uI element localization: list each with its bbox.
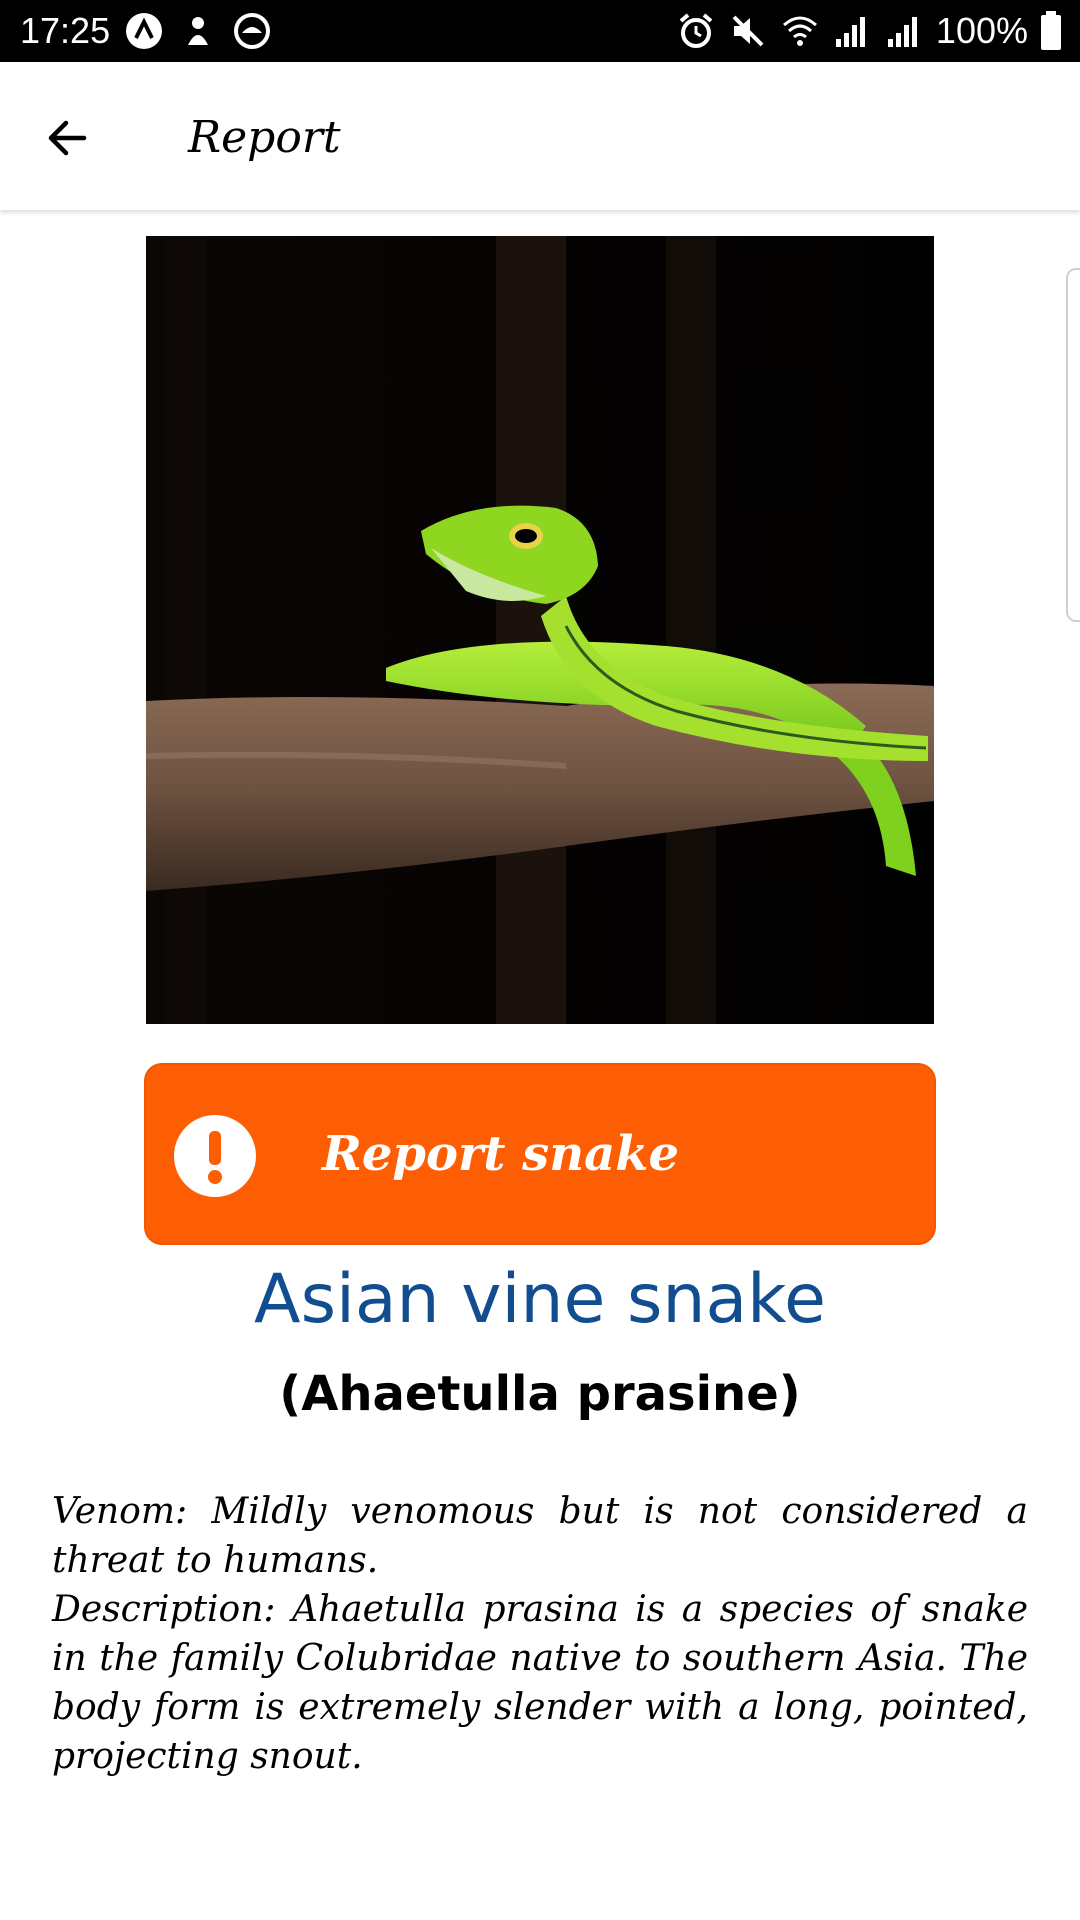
- alarm-icon: [679, 13, 713, 48]
- arrow-left-icon: [48, 120, 87, 156]
- description-text: Description: Ahaetulla prasina is a spec…: [52, 1589, 1028, 1777]
- app-bar: Report: [0, 62, 1080, 210]
- status-bar: 17:25 100%: [0, 0, 1080, 62]
- status-right: 100%: [676, 10, 1062, 52]
- edge-panel-handle[interactable]: [1066, 268, 1080, 622]
- report-sighting-label: Report snake sighting!: [322, 1126, 679, 1360]
- snake-common-name: Asian vine snake: [254, 1260, 826, 1339]
- mute-icon: [732, 15, 764, 47]
- page-title: Report: [188, 112, 341, 163]
- signal-icon: [835, 17, 865, 47]
- notification-figure-icon: [188, 17, 209, 45]
- venom-text: Venom: Mildly venomous but is not consid…: [52, 1491, 1028, 1581]
- snake-details: Venom: Mildly venomous but is not consid…: [52, 1487, 1028, 1781]
- battery-icon: [1041, 11, 1061, 50]
- status-time: 17:25: [20, 10, 111, 51]
- signal-icon: [887, 17, 917, 47]
- sync-circle-icon: [234, 13, 271, 49]
- battery-percent: 100%: [935, 10, 1028, 51]
- status-left: 17:25: [20, 10, 272, 52]
- snake-scientific-name: (Ahaetulla prasine): [279, 1366, 801, 1422]
- report-sighting-button[interactable]: Report snake sighting!: [144, 1063, 936, 1360]
- navigation-app-icon: [126, 13, 163, 49]
- exclamation-circle-icon: [174, 1115, 256, 1197]
- snake-photo: [146, 236, 934, 1024]
- snake-photo-illustration: [146, 236, 934, 1024]
- wifi-icon: [782, 16, 817, 46]
- back-button[interactable]: [36, 106, 100, 170]
